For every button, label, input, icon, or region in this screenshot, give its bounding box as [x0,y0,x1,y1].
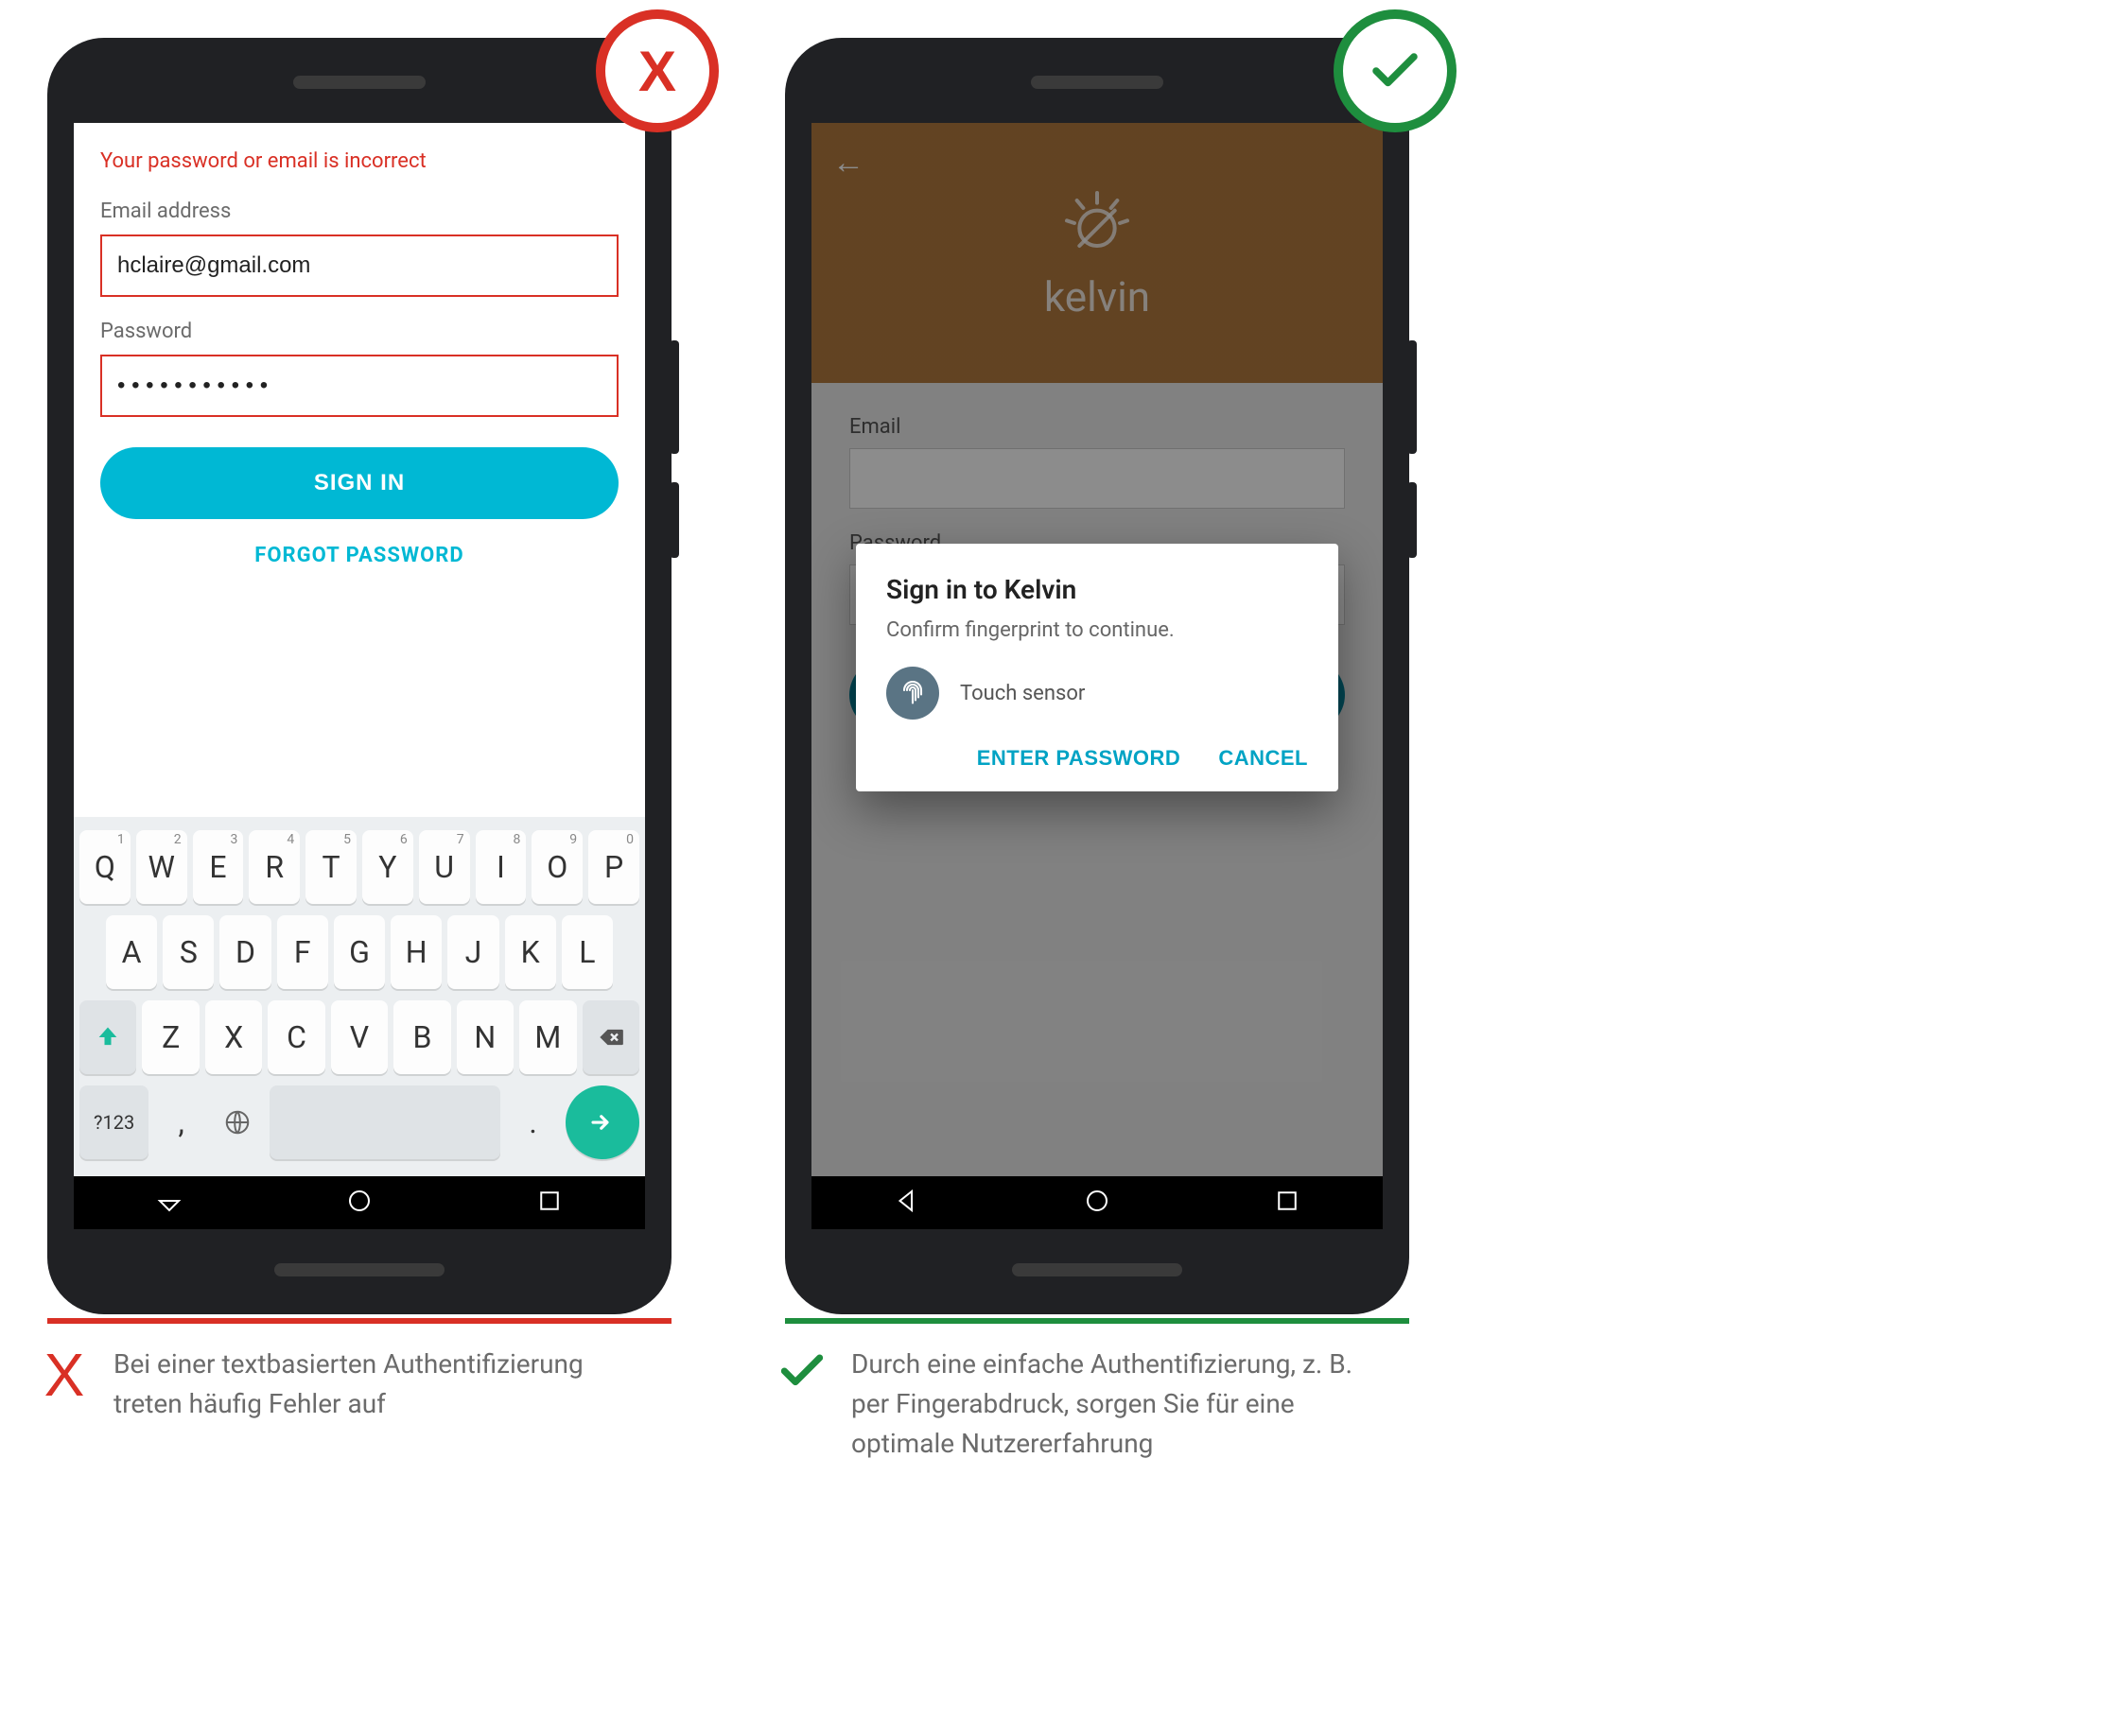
nav-recents-icon[interactable] [1273,1187,1301,1219]
key-w[interactable]: 2W [136,830,187,904]
key-v[interactable]: V [331,1000,388,1074]
key-m[interactable]: M [519,1000,576,1074]
android-nav-r [811,1176,1383,1229]
globe-key[interactable] [214,1085,260,1159]
space-key[interactable] [270,1085,500,1159]
email-label: Email address [100,200,619,223]
key-x[interactable]: X [205,1000,262,1074]
key-g[interactable]: G [334,915,385,989]
key-t[interactable]: 5T [305,830,357,904]
dialog-subtitle: Confirm fingerprint to continue. [886,618,1308,642]
screen-right: ← kelvin [811,123,1383,1229]
fingerprint-dialog: Sign in to Kelvin Confirm fingerprint to… [856,544,1338,791]
key-r[interactable]: 4R [249,830,300,904]
key-u[interactable]: 7U [419,830,470,904]
key-i[interactable]: 8I [476,830,527,904]
key-a[interactable]: A [106,915,157,989]
password-field[interactable] [100,355,619,417]
key-f[interactable]: F [277,915,328,989]
numbers-key[interactable]: ?123 [79,1085,148,1159]
comma-key[interactable]: , [158,1085,204,1159]
password-label: Password [100,320,619,343]
underline-red [47,1318,672,1324]
good-badge [1334,9,1456,132]
forgot-link-peek[interactable]: FORGOT PASSWORD [100,544,619,563]
login-form: Your password or email is incorrect Emai… [74,123,645,563]
phone-frame-right: ← kelvin [785,38,1409,1314]
nav-back-icon[interactable] [893,1187,921,1219]
enter-password-button[interactable]: ENTER PASSWORD [977,746,1181,771]
cancel-button[interactable]: CANCEL [1218,746,1308,771]
key-e[interactable]: 3E [193,830,244,904]
key-j[interactable]: J [447,915,498,989]
key-q[interactable]: 1Q [79,830,131,904]
fingerprint-icon [886,667,939,720]
nav-recents-icon[interactable] [535,1187,564,1219]
caption-check-icon [776,1345,829,1408]
signin-button[interactable]: SIGN IN [100,447,619,519]
key-z[interactable]: Z [142,1000,199,1074]
nav-back-icon[interactable] [155,1187,183,1219]
dialog-title: Sign in to Kelvin [886,574,1308,605]
phone-frame-left: Your password or email is incorrect Emai… [47,38,672,1314]
nav-home-icon[interactable] [1083,1187,1111,1219]
screen-left: Your password or email is incorrect Emai… [74,123,645,1229]
bad-example: X Your password or email is incorrect Em… [19,19,700,1464]
key-s[interactable]: S [163,915,214,989]
backspace-key[interactable] [583,1000,639,1074]
email-field[interactable] [100,234,619,297]
soft-keyboard[interactable]: 1Q2W3E4R5T6Y7U8I9O0P ASDFGHJKL ZXCVBNM ?… [74,817,645,1176]
caption-x-icon: X [38,1345,91,1405]
key-p[interactable]: 0P [588,830,639,904]
good-example: ← kelvin [757,19,1438,1464]
key-b[interactable]: B [393,1000,450,1074]
caption-text-right: Durch eine einfache Authentifizierung, z… [851,1345,1362,1464]
error-message: Your password or email is incorrect [100,149,619,173]
underline-green [785,1318,1409,1324]
android-nav [74,1176,645,1229]
key-l[interactable]: L [562,915,613,989]
caption-right: Durch eine einfache Authentifizierung, z… [757,1345,1438,1464]
caption-text-left: Bei einer textbasierten Authentifizierun… [113,1345,624,1424]
touch-sensor-label: Touch sensor [960,682,1085,705]
period-key[interactable]: . [510,1085,556,1159]
key-d[interactable]: D [219,915,270,989]
shift-key[interactable] [79,1000,136,1074]
key-n[interactable]: N [457,1000,514,1074]
key-o[interactable]: 9O [532,830,583,904]
key-h[interactable]: H [391,915,442,989]
nav-home-icon[interactable] [345,1187,374,1219]
key-y[interactable]: 6Y [362,830,413,904]
key-k[interactable]: K [505,915,556,989]
bad-badge: X [596,9,719,132]
caption-left: X Bei einer textbasierten Authentifizier… [19,1345,700,1424]
go-key[interactable] [566,1085,639,1159]
key-c[interactable]: C [268,1000,324,1074]
